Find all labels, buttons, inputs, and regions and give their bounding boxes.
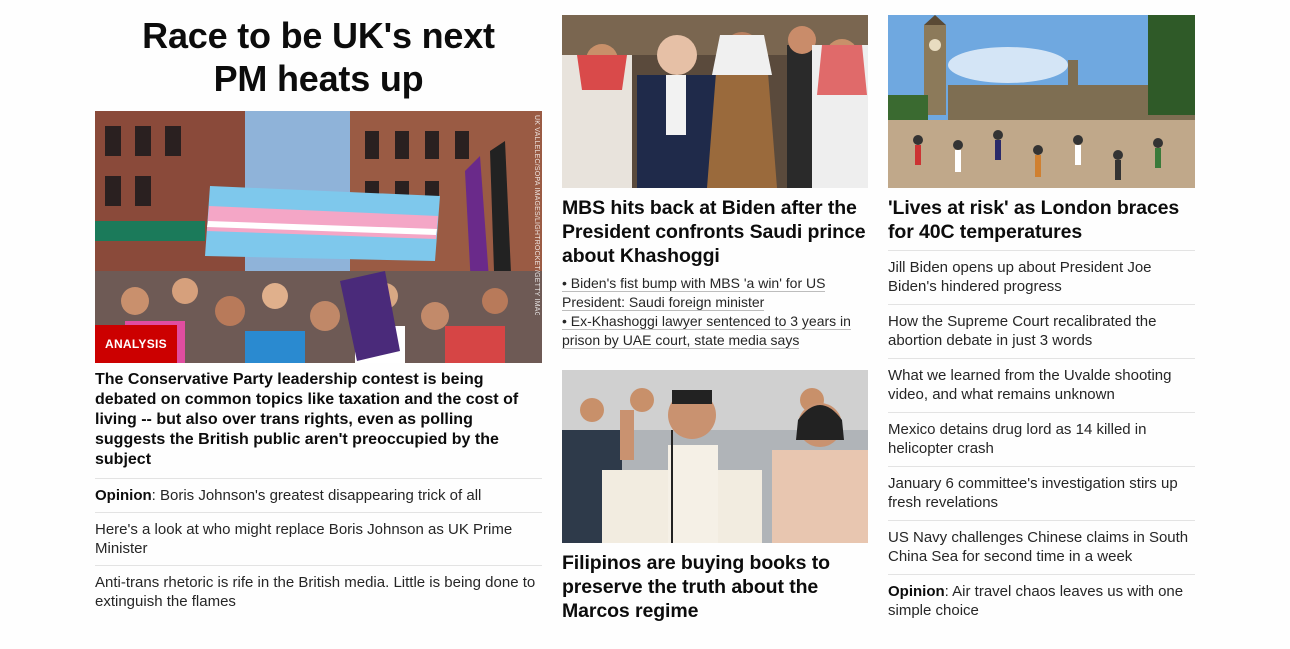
story-title-marcos[interactable]: Filipinos are buying books to preserve t… — [562, 551, 868, 623]
headline-link-text: US Navy challenges Chinese claims in Sou… — [888, 529, 1189, 565]
headline-link-mexico[interactable]: Mexico detains drug lord as 14 killed in… — [888, 412, 1195, 466]
right-column: 'Lives at risk' as London braces for 40C… — [888, 15, 1195, 628]
headline-link-text: Mexico detains drug lord as 14 killed in… — [888, 421, 1147, 457]
headline-list: Jill Biden opens up about President Joe … — [888, 250, 1195, 628]
related-link-text: Anti-trans rhetoric is rife in the Briti… — [95, 574, 536, 610]
marcos-inauguration-photo[interactable] — [562, 370, 868, 543]
related-link-text: Here's a look at who might replace Boris… — [95, 521, 513, 557]
lead-headline-line2[interactable]: PM heats up — [95, 57, 542, 100]
opinion-label: Opinion — [888, 583, 945, 600]
bullet-text: • Biden's fist bump with MBS 'a win' for… — [562, 275, 826, 311]
headline-link-text: How the Supreme Court recalibrated the a… — [888, 313, 1157, 349]
bullet-link-fist-bump[interactable]: • Biden's fist bump with MBS 'a win' for… — [562, 274, 868, 312]
headline-link-opinion-air-travel[interactable]: Opinion: Air travel chaos leaves us with… — [888, 574, 1195, 628]
lead-story-column: Race to be UK's next PM heats up UK VALL… — [95, 14, 542, 618]
marcos-image — [562, 370, 868, 543]
biden-mbs-photo[interactable] — [562, 15, 868, 188]
related-link-anti-trans-rhetoric[interactable]: Anti-trans rhetoric is rife in the Briti… — [95, 565, 542, 618]
related-link-opinion-boris[interactable]: Opinion: Boris Johnson's greatest disapp… — [95, 478, 542, 512]
headline-link-us-navy[interactable]: US Navy challenges Chinese claims in Sou… — [888, 520, 1195, 574]
mbs-bullets: • Biden's fist bump with MBS 'a win' for… — [562, 274, 868, 350]
bullet-text: • Ex-Khashoggi lawyer sentenced to 3 yea… — [562, 313, 851, 349]
biden-mbs-image — [562, 15, 868, 188]
story-title-london-heat[interactable]: 'Lives at risk' as London braces for 40C… — [888, 196, 1195, 244]
related-link-replace-boris[interactable]: Here's a look at who might replace Boris… — [95, 512, 542, 565]
headline-link-text: January 6 committee's investigation stir… — [888, 475, 1178, 511]
image-credit: UK VALLELEC/SOPA IMAGES/LIGHTROCKET/GETT… — [533, 115, 540, 315]
related-links: Opinion: Boris Johnson's greatest disapp… — [95, 478, 542, 618]
headline-link-jill-biden[interactable]: Jill Biden opens up about President Joe … — [888, 250, 1195, 304]
lead-headline-line1[interactable]: Race to be UK's next — [95, 14, 542, 57]
bullet-link-khashoggi-lawyer[interactable]: • Ex-Khashoggi lawyer sentenced to 3 yea… — [562, 312, 868, 350]
headline-link-jan6[interactable]: January 6 committee's investigation stir… — [888, 466, 1195, 520]
headline-link-text: Jill Biden opens up about President Joe … — [888, 259, 1152, 295]
headline-link-supreme-court[interactable]: How the Supreme Court recalibrated the a… — [888, 304, 1195, 358]
headline-link-uvalde[interactable]: What we learned from the Uvalde shooting… — [888, 358, 1195, 412]
middle-column: MBS hits back at Biden after the Preside… — [562, 15, 868, 629]
london-image — [888, 15, 1195, 188]
pride-march-photo[interactable]: UK VALLELEC/SOPA IMAGES/LIGHTROCKET/GETT… — [95, 111, 542, 363]
story-title-mbs[interactable]: MBS hits back at Biden after the Preside… — [562, 196, 868, 268]
headline-link-text: What we learned from the Uvalde shooting… — [888, 367, 1172, 403]
related-link-text: : Boris Johnson's greatest disappearing … — [151, 487, 482, 504]
lead-summary[interactable]: The Conservative Party leadership contes… — [95, 370, 542, 470]
lead-headline[interactable]: Race to be UK's next PM heats up — [95, 14, 542, 110]
analysis-badge[interactable]: ANALYSIS — [95, 325, 177, 363]
opinion-label: Opinion — [95, 487, 152, 504]
london-heat-photo[interactable] — [888, 15, 1195, 188]
